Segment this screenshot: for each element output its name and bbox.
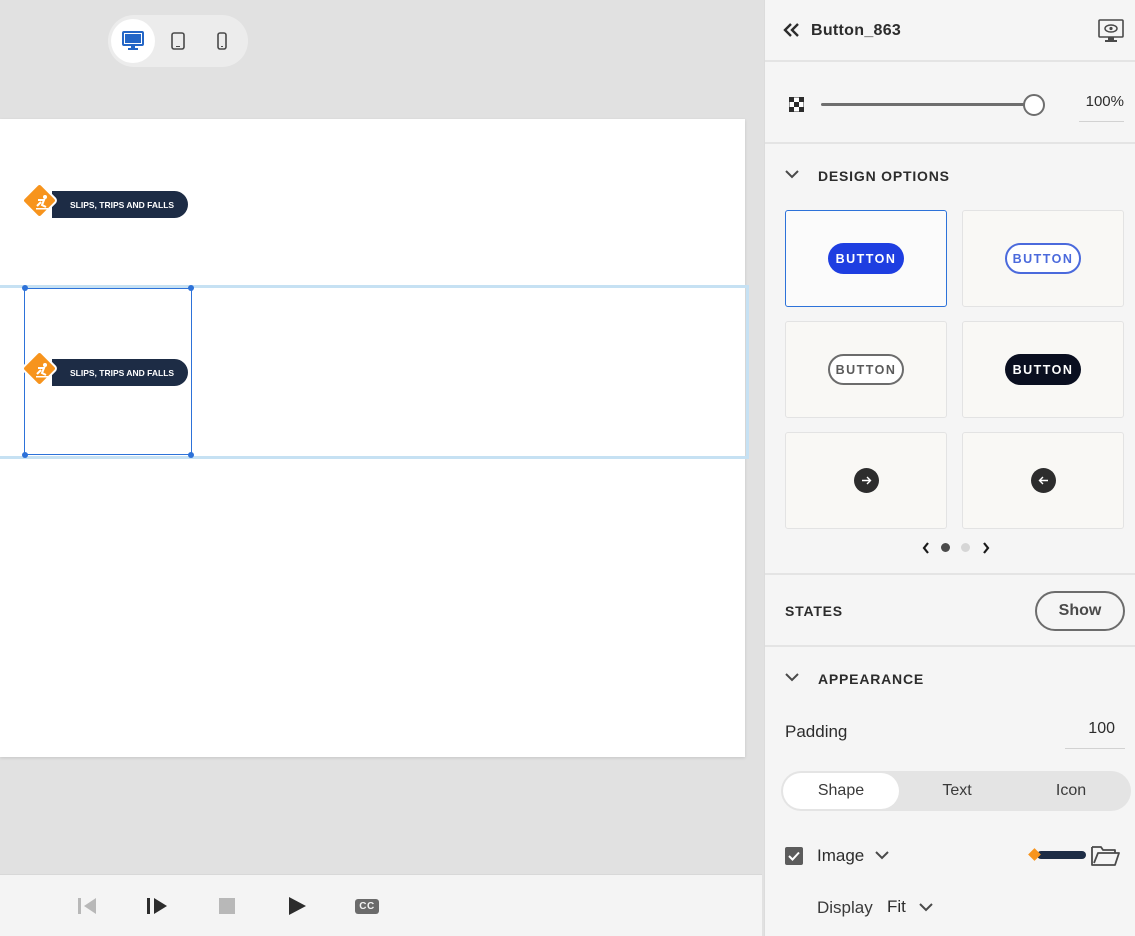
image-label: Image — [817, 846, 865, 865]
design-options-header[interactable]: DESIGN OPTIONS — [765, 166, 1135, 186]
preview-button: BUTTON — [828, 354, 904, 385]
opacity-section: 100% — [765, 62, 1135, 144]
appearance-header[interactable]: APPEARANCE — [765, 669, 1135, 689]
design-option-arrow-right[interactable] — [785, 432, 947, 529]
previous-icon — [78, 898, 96, 914]
display-chevron-down-icon[interactable] — [919, 902, 933, 912]
section-divider — [765, 645, 1135, 647]
slips-trips-falls-button-selected[interactable]: SLIPS, TRIPS AND FALLS — [20, 349, 192, 392]
chevron-down-icon — [785, 170, 799, 179]
folder-open-icon[interactable] — [1091, 844, 1121, 868]
arrow-left-icon — [1030, 468, 1056, 493]
padding-value-field[interactable]: 100 — [1065, 714, 1125, 749]
chevron-down-icon — [785, 673, 799, 682]
arrow-right-icon — [853, 468, 879, 493]
opacity-checkerboard-icon — [789, 97, 804, 112]
step-play-icon — [147, 898, 167, 914]
mobile-view-button[interactable] — [200, 19, 244, 63]
slipping-person-icon — [36, 363, 48, 378]
design-option-outline-blue[interactable]: BUTTON — [962, 210, 1124, 307]
tag-label: SLIPS, TRIPS AND FALLS — [52, 359, 188, 386]
slipping-person-icon — [36, 195, 48, 210]
tab-text[interactable]: Text — [899, 773, 1015, 809]
tablet-icon — [171, 32, 185, 50]
resize-handle-tr[interactable] — [188, 285, 194, 291]
pager-dot-active[interactable] — [941, 543, 950, 552]
closed-captions-button[interactable]: CC — [353, 894, 381, 918]
design-option-filled-dark[interactable]: BUTTON — [962, 321, 1124, 418]
image-thumbnail — [1028, 848, 1086, 861]
display-select[interactable]: Fit — [887, 897, 906, 917]
step-play-button[interactable] — [144, 894, 170, 918]
playback-bar: CC — [0, 874, 762, 936]
show-states-button[interactable]: Show — [1035, 591, 1125, 631]
opacity-slider-track[interactable] — [821, 103, 1025, 106]
design-option-outline-gray[interactable]: BUTTON — [785, 321, 947, 418]
design-options-label: DESIGN OPTIONS — [818, 168, 950, 184]
mobile-icon — [217, 32, 227, 50]
device-toggle — [108, 15, 248, 67]
display-label: Display — [817, 898, 873, 917]
pager-previous-icon[interactable] — [921, 540, 931, 556]
image-checkbox[interactable] — [785, 847, 803, 865]
panel-header: Button_863 — [765, 0, 1135, 62]
panel-title: Button_863 — [811, 22, 902, 39]
stop-icon — [219, 898, 235, 914]
tab-icon[interactable]: Icon — [1013, 773, 1129, 809]
appearance-label: APPEARANCE — [818, 671, 925, 687]
resize-handle-tl[interactable] — [22, 285, 28, 291]
padding-label: Padding — [785, 722, 848, 741]
design-option-filled-blue[interactable]: BUTTON — [785, 210, 947, 307]
resize-handle-bl[interactable] — [22, 452, 28, 458]
collapse-double-chevron-icon[interactable] — [783, 22, 801, 38]
tag-label: SLIPS, TRIPS AND FALLS — [52, 191, 188, 218]
appearance-tabs: Shape Text Icon — [781, 771, 1131, 811]
pager-next-icon[interactable] — [981, 540, 991, 556]
resize-handle-br[interactable] — [188, 452, 194, 458]
design-option-arrow-left[interactable] — [962, 432, 1124, 529]
checkmark-icon — [788, 851, 800, 861]
properties-panel: Button_863 100% DESIGN OPTIONS BUTTON BU… — [764, 0, 1135, 936]
play-icon — [289, 897, 306, 915]
opacity-value-field[interactable]: 100% — [1079, 91, 1124, 122]
tablet-view-button[interactable] — [156, 19, 200, 63]
states-label: STATES — [785, 603, 843, 619]
preview-monitor-icon[interactable] — [1098, 19, 1124, 43]
closed-captions-icon: CC — [355, 898, 379, 914]
slide-canvas[interactable]: SLIPS, TRIPS AND FALLS SLIPS, TRIPS AND … — [0, 119, 749, 757]
previous-button[interactable] — [74, 894, 100, 918]
play-button[interactable] — [284, 894, 310, 918]
preview-button: BUTTON — [1005, 243, 1081, 274]
preview-button: BUTTON — [1005, 354, 1081, 385]
desktop-view-button[interactable] — [111, 19, 155, 63]
desktop-icon — [122, 31, 144, 50]
preview-button: BUTTON — [828, 243, 904, 274]
opacity-slider-thumb[interactable] — [1023, 94, 1045, 116]
section-divider — [765, 573, 1135, 575]
tab-shape[interactable]: Shape — [783, 773, 899, 809]
slips-trips-falls-button-top[interactable]: SLIPS, TRIPS AND FALLS — [20, 181, 192, 224]
stop-button[interactable] — [214, 894, 240, 918]
pager-dot[interactable] — [961, 543, 970, 552]
image-dropdown-chevron-icon[interactable] — [875, 850, 889, 860]
